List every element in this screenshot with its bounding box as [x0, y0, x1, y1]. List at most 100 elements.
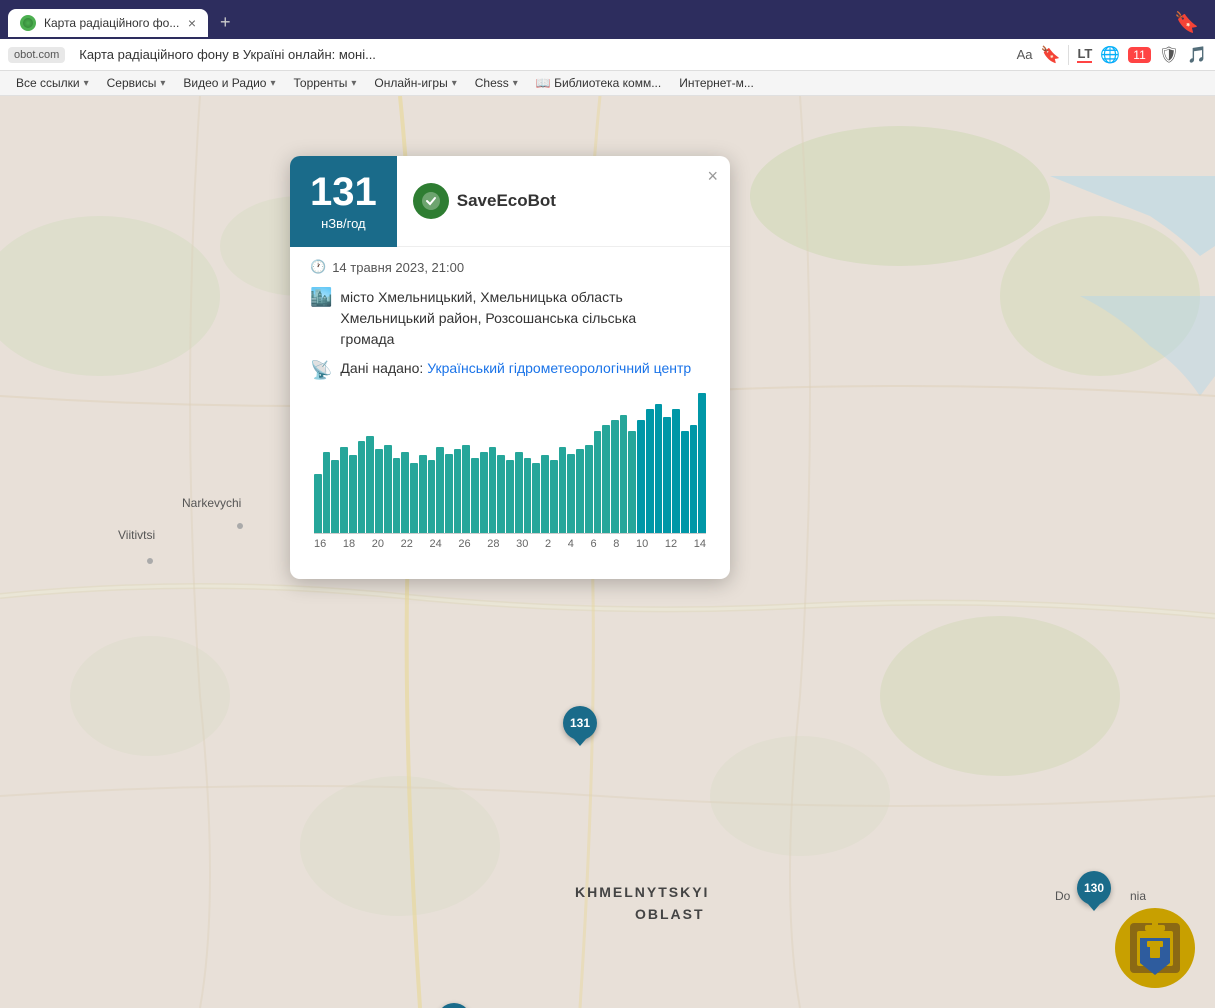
chart-label: 26: [458, 538, 470, 550]
popup-title-area: SaveEcoBot: [397, 156, 730, 247]
music-icon[interactable]: 🎵: [1187, 45, 1207, 65]
popup-header: 131 нЗв/год SaveEcoBot: [290, 156, 730, 247]
chart-bar-14: [436, 447, 444, 533]
data-source-link[interactable]: Український гідрометеорологічний центр: [427, 360, 691, 376]
chart-bar-30: [576, 449, 584, 533]
chart-bar-7: [375, 449, 383, 533]
map-marker-130-right[interactable]: 130: [1077, 871, 1111, 905]
new-tab-button[interactable]: +: [212, 8, 239, 37]
browser-chrome: Карта радіаційного фо... × + 🔖 obot.com …: [0, 0, 1215, 96]
chart-bar-9: [393, 458, 401, 533]
map-area[interactable]: Narkevychi Viitivtsi KHMELNYTSKYI OBLAST…: [0, 96, 1215, 1008]
url-display[interactable]: Карта радіаційного фону в Україні онлайн…: [71, 43, 1010, 66]
chart-bar-33: [602, 425, 610, 533]
chart-label: 12: [665, 538, 677, 550]
saveecobot-logo: [413, 183, 449, 219]
chart-bar-38: [646, 409, 654, 533]
data-source-icon: 📡: [310, 360, 332, 381]
chart-bar-21: [497, 455, 505, 533]
bookmark-chess[interactable]: Chess ▾: [467, 73, 526, 93]
chart-label: 16: [314, 538, 326, 550]
popup: 131 нЗв/год SaveEcoBot × 🕐 14 травня 202…: [290, 156, 730, 579]
chart-bar-35: [620, 415, 628, 533]
chart-bar-24: [524, 458, 532, 533]
chart-bar-19: [480, 452, 488, 533]
chart-bar-26: [541, 455, 549, 533]
bookmark-internet[interactable]: Интернет-м...: [671, 73, 762, 93]
chart-bar-5: [358, 441, 366, 533]
tab-bar: Карта радіаційного фо... × + 🔖: [0, 0, 1215, 39]
popup-datetime: 🕐 14 травня 2023, 21:00: [310, 259, 710, 275]
chart-bar-40: [663, 417, 671, 533]
popup-location: 🏙️ місто Хмельницький, Хмельницька облас…: [310, 287, 710, 350]
chart-bar-18: [471, 458, 479, 533]
bookmark-video-radio[interactable]: Видео и Радио ▾: [175, 73, 283, 93]
clock-icon: 🕐: [310, 259, 326, 275]
chart-bar-27: [550, 460, 558, 533]
chart-bar-23: [515, 452, 523, 533]
chart-area: 16182022242628302468101214: [310, 393, 710, 563]
bar-chart: [310, 393, 710, 533]
bookmark-star-icon[interactable]: 🔖: [1166, 6, 1207, 39]
chevron-down-icon: ▾: [513, 78, 518, 89]
chart-label: 20: [372, 538, 384, 550]
reader-icon[interactable]: 🔖: [1041, 45, 1061, 65]
bookmark-torrents[interactable]: Торренты ▾: [286, 73, 365, 93]
chart-bar-3: [340, 447, 348, 533]
chart-bar-4: [349, 455, 357, 533]
location-icon: 🏙️: [310, 287, 332, 308]
site-badge: obot.com: [8, 47, 65, 63]
chart-bar-42: [681, 431, 689, 533]
popup-close-button[interactable]: ×: [707, 166, 718, 187]
shield-icon[interactable]: 🛡: [1159, 45, 1179, 65]
chevron-down-icon: ▾: [160, 78, 165, 89]
bookmarks-bar: Все ссылки ▾ Сервисы ▾ Видео и Радио ▾ Т…: [0, 71, 1215, 96]
tab-close-button[interactable]: ×: [188, 15, 196, 31]
address-bar: obot.com Карта радіаційного фону в Украї…: [0, 39, 1215, 71]
chart-label: 10: [636, 538, 648, 550]
translate-icon[interactable]: 🌐: [1100, 45, 1120, 65]
chart-bar-25: [532, 463, 540, 533]
bookmark-online-games[interactable]: Онлайн-игры ▾: [366, 73, 464, 93]
spellcheck-icon[interactable]: LT: [1077, 46, 1092, 63]
chevron-down-icon: ▾: [84, 78, 89, 89]
chart-bar-17: [462, 445, 470, 533]
chart-bar-10: [401, 452, 409, 533]
bookmark-library[interactable]: 📖 Библиотека комм...: [528, 73, 669, 93]
chart-label: 4: [568, 538, 574, 550]
chart-bar-43: [690, 425, 698, 533]
chart-bar-20: [489, 447, 497, 533]
font-icon[interactable]: Aa: [1017, 47, 1033, 62]
chart-label: 14: [694, 538, 706, 550]
chart-bar-41: [672, 409, 680, 533]
chart-bar-13: [428, 460, 436, 533]
active-tab[interactable]: Карта радіаційного фо... ×: [8, 9, 208, 37]
radiation-value: 131: [310, 172, 377, 212]
chart-bar-37: [637, 420, 645, 533]
tab-favicon: [20, 15, 36, 31]
chart-label: 8: [613, 538, 619, 550]
chart-bar-15: [445, 454, 453, 533]
city-emblem: [1115, 908, 1195, 988]
chart-bar-6: [366, 436, 374, 533]
chart-label: 18: [343, 538, 355, 550]
chevron-down-icon: ▾: [452, 78, 457, 89]
bookmark-services[interactable]: Сервисы ▾: [99, 73, 174, 93]
chevron-down-icon: ▾: [351, 78, 356, 89]
map-marker-131-main[interactable]: 131: [563, 706, 597, 740]
chart-bar-8: [384, 445, 392, 533]
extension-red-icon[interactable]: 11: [1128, 47, 1150, 63]
chart-bar-31: [585, 445, 593, 533]
bookmark-all-links[interactable]: Все ссылки ▾: [8, 73, 97, 93]
chart-bar-1: [323, 452, 331, 533]
chart-label: 28: [487, 538, 499, 550]
popup-value-box: 131 нЗв/год: [290, 156, 397, 247]
chart-bar-34: [611, 420, 619, 533]
radiation-unit: нЗв/год: [321, 216, 366, 231]
chart-bar-0: [314, 474, 322, 533]
chart-bar-44: [698, 393, 706, 533]
chart-x-labels: 16182022242628302468101214: [310, 534, 710, 550]
chart-bar-11: [410, 463, 418, 533]
popup-location-text: місто Хмельницький, Хмельницька область …: [340, 287, 636, 350]
tab-title: Карта радіаційного фо...: [44, 16, 180, 30]
